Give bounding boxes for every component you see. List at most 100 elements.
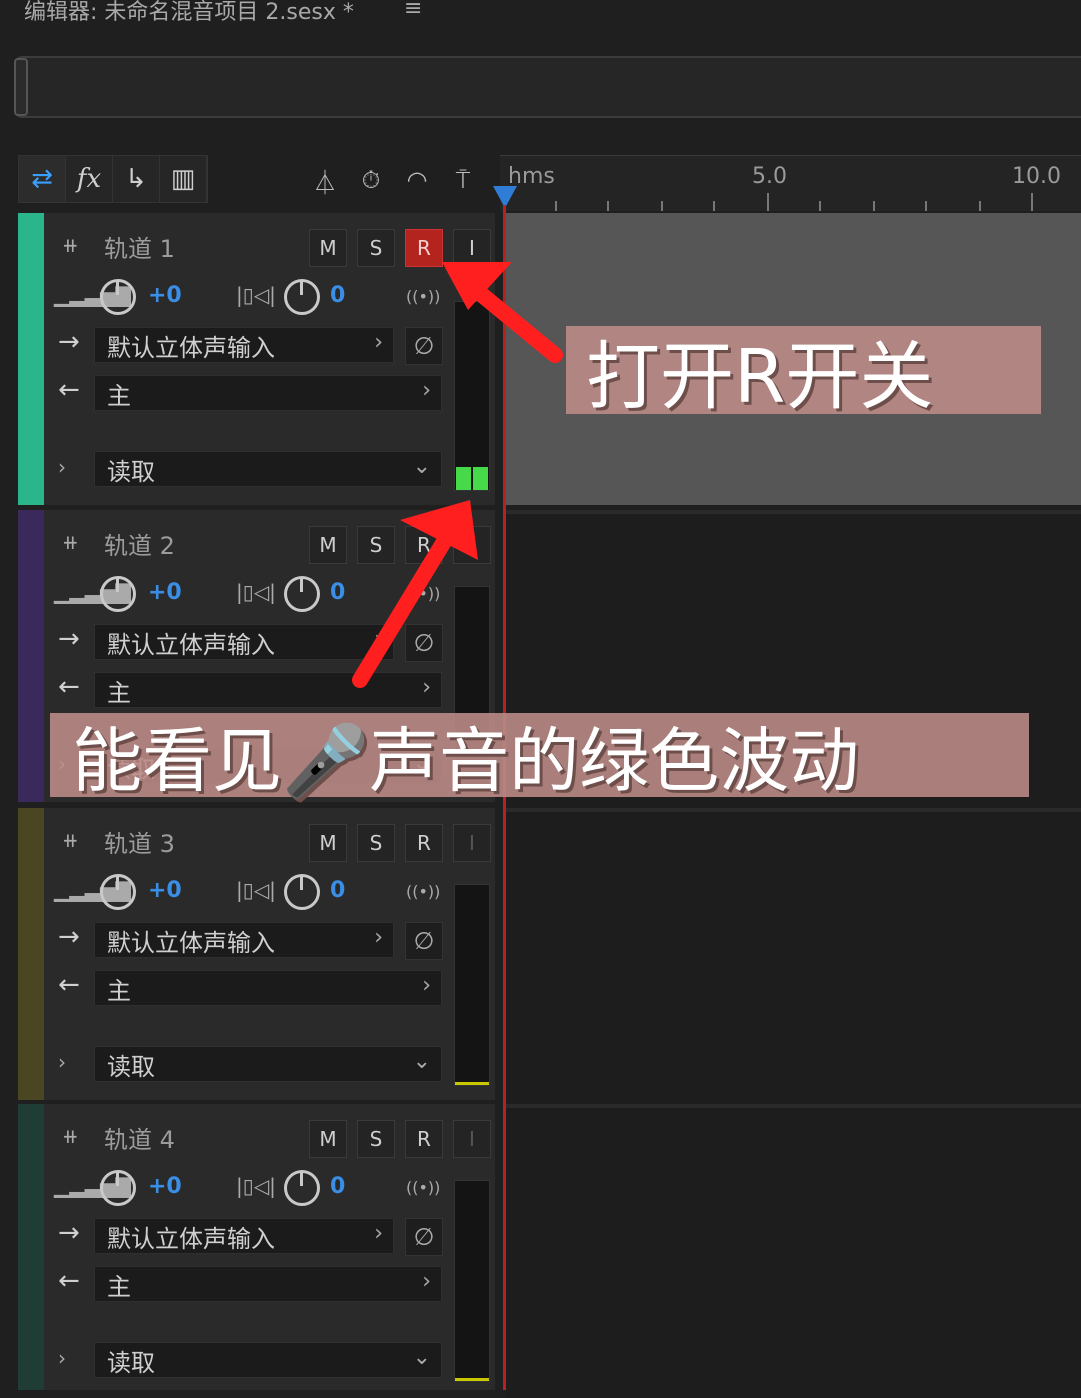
marker-icon[interactable]: ⍑ <box>446 160 480 200</box>
input-monitor-button[interactable]: I <box>453 1120 491 1158</box>
hamburger-menu-icon[interactable]: ≡ <box>404 0 422 21</box>
pan-value[interactable]: 0 <box>330 878 345 903</box>
output-select[interactable]: 主 › <box>94 1266 442 1302</box>
stereo-icon: ((•)) <box>406 1178 441 1197</box>
meter-peak-indicator <box>455 1082 489 1085</box>
record-arm-button[interactable]: R <box>405 1120 443 1158</box>
headphones-icon[interactable]: ◠ <box>400 160 434 200</box>
track-header-3: ⧺ 轨道 3 M S R I ▁▂▃▅▇ +0 |▯◁| 0 ((•)) → 默… <box>18 808 495 1100</box>
record-settings-icon[interactable]: ⏱ <box>354 160 388 200</box>
volume-knob[interactable] <box>100 874 136 910</box>
phase-invert-button[interactable]: ∅ <box>405 624 443 662</box>
track-name[interactable]: 轨道 2 <box>104 526 175 561</box>
expand-chevron-icon[interactable]: › <box>58 1050 66 1074</box>
record-arm-button[interactable]: R <box>405 824 443 862</box>
callout-record-hint: 打开R开关 <box>566 326 1041 420</box>
output-select-label: 主 <box>107 976 131 1005</box>
input-select[interactable]: 默认立体声输入 › <box>94 327 394 363</box>
automation-select[interactable]: 读取 ⌄ <box>94 451 442 487</box>
ruler-tick <box>661 201 663 211</box>
pan-knob[interactable] <box>284 576 320 612</box>
pan-icon: |▯◁| <box>236 878 276 902</box>
output-select[interactable]: 主 › <box>94 970 442 1006</box>
chevron-right-icon: › <box>422 973 431 998</box>
volume-knob[interactable] <box>100 1170 136 1206</box>
input-select[interactable]: 默认立体声输入 › <box>94 922 394 958</box>
waveform-track-icon: ⧺ <box>62 530 79 554</box>
overview-handle[interactable] <box>14 58 28 116</box>
automation-select[interactable]: 读取 ⌄ <box>94 1046 442 1082</box>
chevron-right-icon: › <box>422 1269 431 1294</box>
chevron-right-icon: › <box>374 330 383 355</box>
track-name[interactable]: 轨道 1 <box>104 229 175 264</box>
track-name[interactable]: 轨道 4 <box>104 1120 175 1155</box>
overview-bar[interactable] <box>14 56 1081 118</box>
waveform-track-icon: ⧺ <box>62 828 79 852</box>
automation-select[interactable]: 读取 ⌄ <box>94 1342 442 1378</box>
output-select-label: 主 <box>107 1272 131 1301</box>
pan-knob[interactable] <box>284 279 320 315</box>
input-select-label: 默认立体声输入 <box>107 333 275 362</box>
automation-select-label: 读取 <box>107 1348 155 1377</box>
volume-knob[interactable] <box>100 576 136 612</box>
meter-peak-indicator <box>455 1378 489 1381</box>
ruler-label-5: 5.0 <box>752 164 787 189</box>
input-monitor-button[interactable]: I <box>453 526 491 564</box>
mute-button[interactable]: M <box>309 824 347 862</box>
chevron-right-icon: › <box>374 1221 383 1246</box>
track-lane-4[interactable] <box>506 1104 1081 1398</box>
solo-button[interactable]: S <box>357 229 395 267</box>
record-arm-button[interactable]: R <box>405 229 443 267</box>
volume-value[interactable]: +0 <box>148 580 182 605</box>
ruler-tick <box>713 201 715 211</box>
track-name[interactable]: 轨道 3 <box>104 824 175 859</box>
pan-knob[interactable] <box>284 1170 320 1206</box>
sends-icon[interactable]: ↳ <box>113 156 160 202</box>
expand-chevron-icon[interactable]: › <box>58 455 66 479</box>
phase-invert-button[interactable]: ∅ <box>405 327 443 365</box>
chevron-down-icon: ⌄ <box>412 454 431 479</box>
eq-bars-icon[interactable]: ▥ <box>160 156 207 202</box>
fx-icon[interactable]: fx <box>66 156 113 202</box>
track-lane-3[interactable] <box>506 808 1081 1107</box>
track-header-1: ⧺ 轨道 1 M S R I ▁▂▃▅▇ +0 |▯◁| 0 ((•)) → 默… <box>18 213 495 505</box>
chevron-down-icon: ⌄ <box>412 1049 431 1074</box>
solo-button[interactable]: S <box>357 1120 395 1158</box>
pan-value[interactable]: 0 <box>330 580 345 605</box>
chevron-right-icon: › <box>422 378 431 403</box>
chevron-right-icon: › <box>374 925 383 950</box>
automation-select-label: 读取 <box>107 457 155 486</box>
pan-icon: |▯◁| <box>236 1174 276 1198</box>
solo-button[interactable]: S <box>357 824 395 862</box>
volume-value[interactable]: +0 <box>148 283 182 308</box>
mute-button[interactable]: M <box>309 229 347 267</box>
volume-value[interactable]: +0 <box>148 1174 182 1199</box>
input-arrow-icon: → <box>58 1218 80 1248</box>
phase-invert-button[interactable]: ∅ <box>405 922 443 960</box>
phase-invert-button[interactable]: ∅ <box>405 1218 443 1256</box>
solo-button[interactable]: S <box>357 526 395 564</box>
pan-value[interactable]: 0 <box>330 283 345 308</box>
route-arrows-icon[interactable]: ⇄ <box>19 156 66 202</box>
ruler-tick <box>873 201 875 211</box>
pan-knob[interactable] <box>284 874 320 910</box>
expand-chevron-icon[interactable]: › <box>58 1346 66 1370</box>
ruler-label-10: 10.0 <box>1012 164 1061 189</box>
input-select[interactable]: 默认立体声输入 › <box>94 1218 394 1254</box>
output-select[interactable]: 主 › <box>94 375 442 411</box>
volume-value[interactable]: +0 <box>148 878 182 903</box>
metronome-icon[interactable]: ⏃ <box>308 160 342 200</box>
pan-value[interactable]: 0 <box>330 1174 345 1199</box>
meter-fill-left <box>456 467 471 490</box>
time-ruler[interactable]: hms 5.0 10.0 <box>500 155 1081 211</box>
volume-knob[interactable] <box>100 279 136 315</box>
input-monitor-button[interactable]: I <box>453 824 491 862</box>
input-monitor-button[interactable]: I <box>453 229 491 267</box>
input-select[interactable]: 默认立体声输入 › <box>94 624 394 660</box>
mute-button[interactable]: M <box>309 1120 347 1158</box>
chevron-right-icon: › <box>422 675 431 700</box>
input-arrow-icon: → <box>58 624 80 654</box>
mute-button[interactable]: M <box>309 526 347 564</box>
record-arm-button[interactable]: R <box>405 526 443 564</box>
output-select[interactable]: 主 › <box>94 672 442 708</box>
